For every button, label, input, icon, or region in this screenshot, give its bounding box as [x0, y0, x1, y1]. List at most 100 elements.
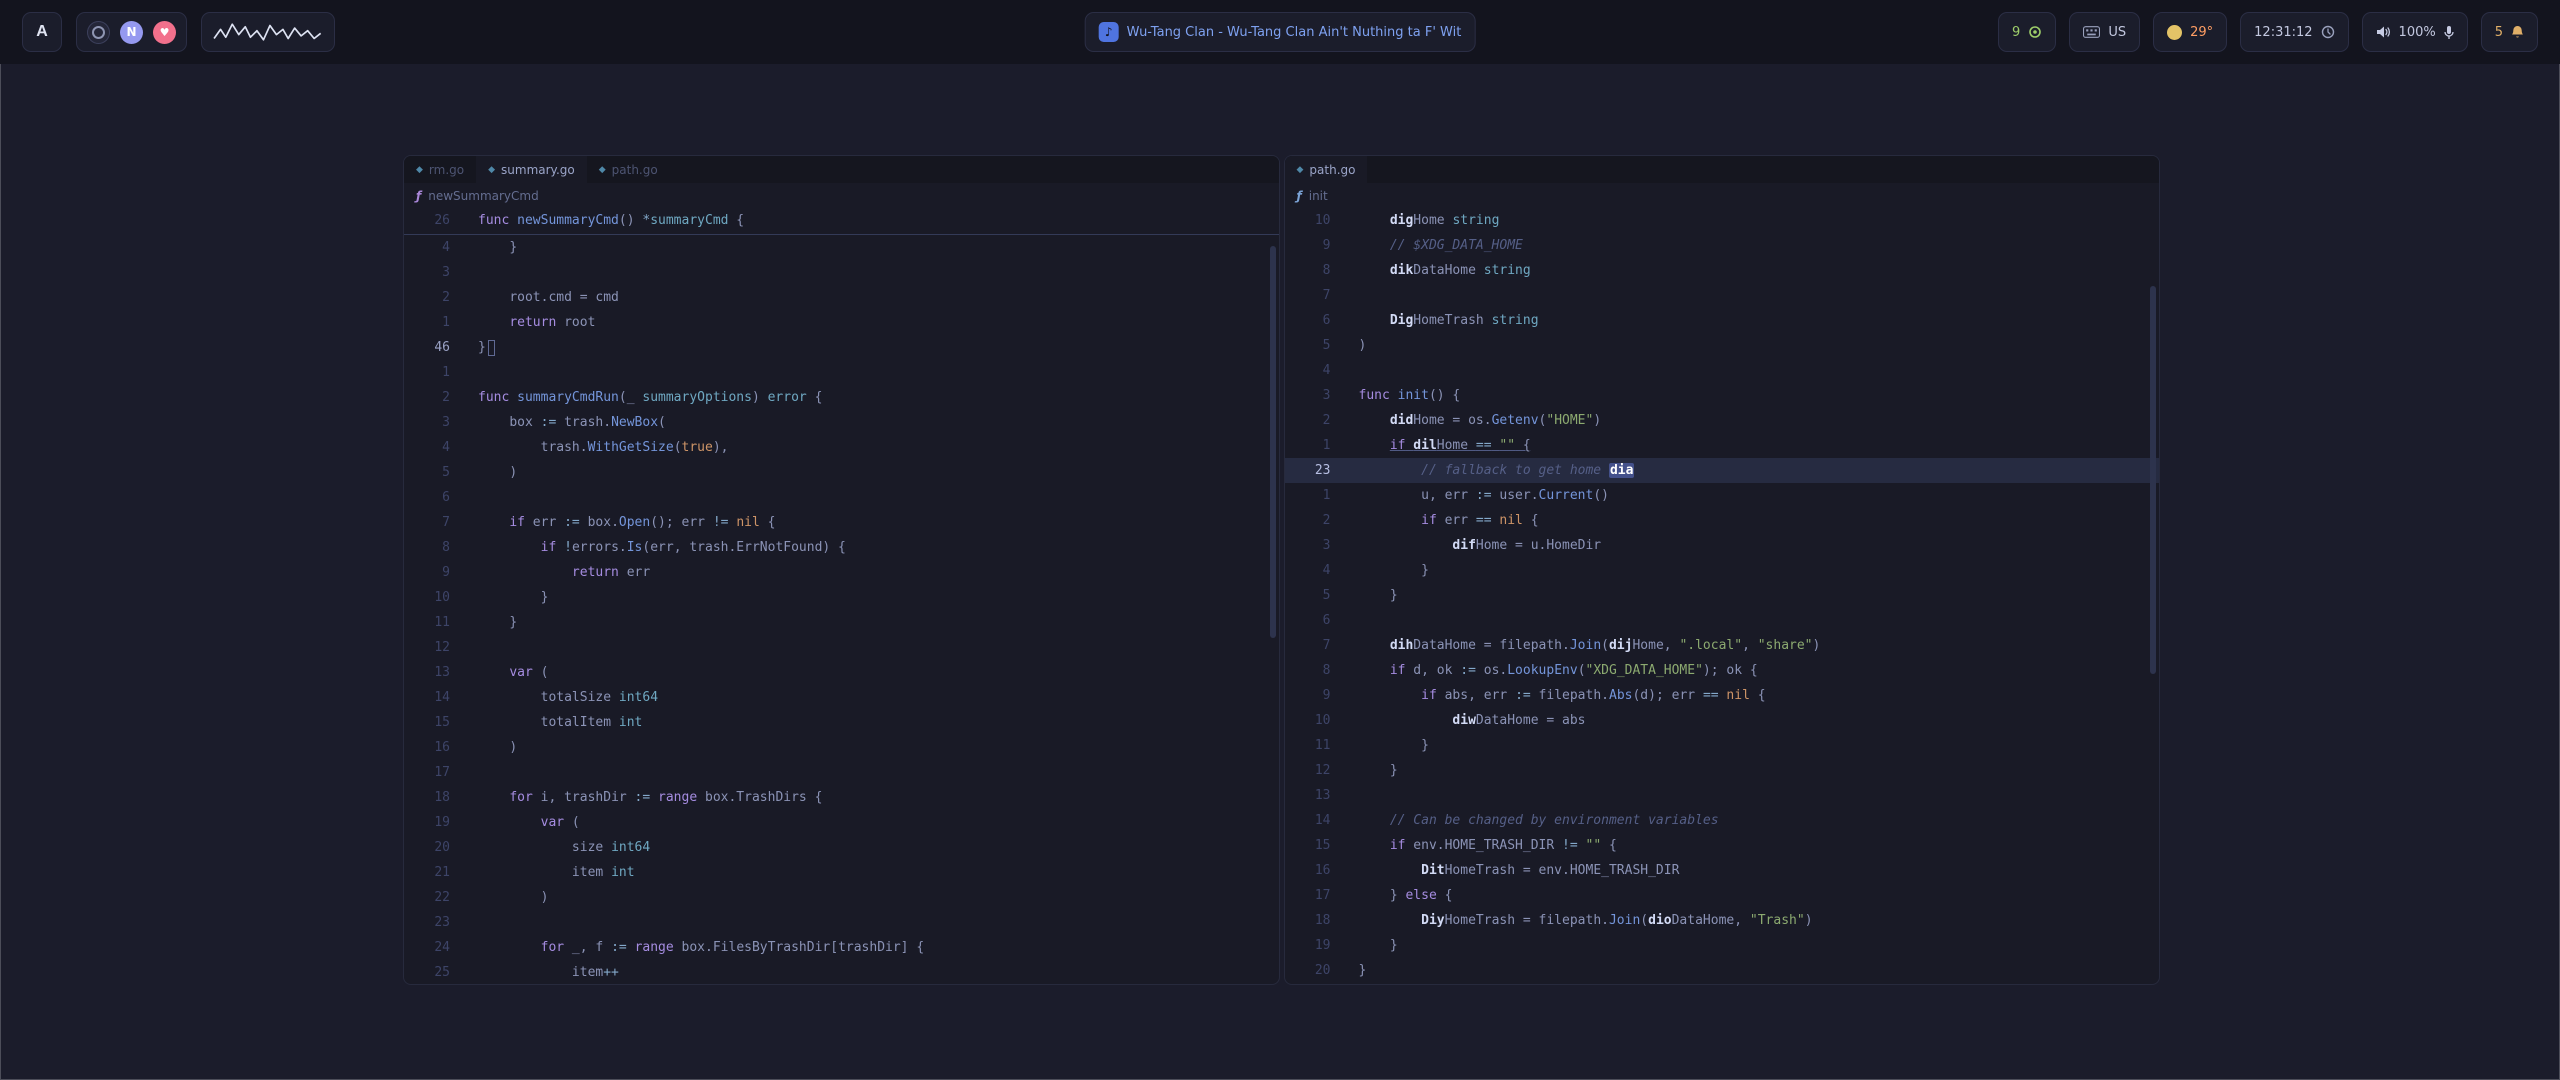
tab-rm.go[interactable]: ◆rm.go [404, 156, 476, 183]
workspace-1[interactable] [87, 21, 110, 44]
code-line[interactable]: 46} [404, 335, 1279, 360]
code-line[interactable]: 15 totalItem int [404, 710, 1279, 735]
code-line[interactable]: 9 // $XDG_DATA_HOME [1285, 233, 2160, 258]
code-line[interactable]: 8 if d, ok := os.LookupEnv("XDG_DATA_HOM… [1285, 658, 2160, 683]
code-line[interactable]: 17 [404, 760, 1279, 785]
code-line[interactable]: 24 for _, f := range box.FilesByTrashDir… [404, 935, 1279, 960]
code-line[interactable]: 3 [404, 260, 1279, 285]
tab-path.go[interactable]: ◆path.go [587, 156, 670, 183]
workspace-2[interactable]: N [120, 21, 143, 44]
code-line[interactable]: 8 if !errors.Is(err, trash.ErrNotFound) … [404, 535, 1279, 560]
code-line[interactable]: 2func summaryCmdRun(_ summaryOptions) er… [404, 385, 1279, 410]
code-line[interactable]: 7 [1285, 283, 2160, 308]
now-playing-widget[interactable]: ♪ Wu-Tang Clan - Wu-Tang Clan Ain't Nuth… [1085, 12, 1476, 52]
code-area[interactable]: 10 digHome string9 // $XDG_DATA_HOME8 di… [1285, 208, 2160, 984]
code-line[interactable]: 16 ) [404, 735, 1279, 760]
breadcrumb-label: newSummaryCmd [428, 189, 538, 203]
code-line[interactable]: 2 didHome = os.Getenv("HOME") [1285, 408, 2160, 433]
code-line[interactable]: 7 if err := box.Open(); err != nil { [404, 510, 1279, 535]
code-line[interactable]: 11 } [404, 610, 1279, 635]
code-line[interactable]: 18 DiyHomeTrash = filepath.Join(dioDataH… [1285, 908, 2160, 933]
code-line[interactable]: 7 dihDataHome = filepath.Join(dijHome, "… [1285, 633, 2160, 658]
code-line[interactable]: 19 var ( [404, 810, 1279, 835]
code-line[interactable]: 3func init() { [1285, 383, 2160, 408]
weather-widget[interactable]: 29° [2153, 12, 2227, 52]
code-line[interactable]: 5 } [1285, 583, 2160, 608]
tab-path.go[interactable]: ◆path.go [1285, 156, 1368, 183]
scrollbar[interactable] [2150, 286, 2156, 674]
code-line[interactable]: 2 root.cmd = cmd [404, 285, 1279, 310]
volume-widget[interactable]: 100% [2362, 12, 2468, 52]
code-area[interactable]: 4 }32 root.cmd = cmd1 return root46} 12f… [404, 235, 1279, 984]
code-text: DiyHomeTrash = filepath.Join(dioDataHome… [1359, 908, 1813, 933]
code-line[interactable]: 18 for i, trashDir := range box.TrashDir… [404, 785, 1279, 810]
code-text: func init() { [1359, 383, 1461, 408]
code-line[interactable]: 2 if err == nil { [1285, 508, 2160, 533]
line-number: 21 [404, 860, 464, 885]
code-line[interactable]: 19 } [1285, 933, 2160, 958]
keyboard-layout-widget[interactable]: US [2069, 12, 2140, 52]
code-line[interactable]: 3 box := trash.NewBox( [404, 410, 1279, 435]
line-number: 6 [1285, 608, 1345, 633]
code-line[interactable]: 23 // fallback to get home dia [1285, 458, 2160, 483]
code-line[interactable]: 8 dikDataHome string [1285, 258, 2160, 283]
code-line[interactable]: 11 } [1285, 733, 2160, 758]
code-line[interactable]: 5) [1285, 333, 2160, 358]
code-line[interactable]: 12 [404, 635, 1279, 660]
line-number: 10 [404, 585, 464, 610]
code-line[interactable]: 4 } [404, 235, 1279, 260]
line-number: 17 [404, 760, 464, 785]
code-line[interactable]: 21 item int [404, 860, 1279, 885]
code-line[interactable]: 6 [1285, 608, 2160, 633]
code-text: dihDataHome = filepath.Join(dijHome, ".l… [1359, 633, 1821, 658]
notifications-widget[interactable]: 5 [2481, 12, 2538, 52]
bar-right-group: 9 US 29° 12: [1998, 12, 2538, 52]
scrollbar[interactable] [1270, 246, 1276, 638]
graph-sparkline [212, 19, 324, 45]
weather-icon [2167, 25, 2182, 40]
code-line[interactable]: 10 diwDataHome = abs [1285, 708, 2160, 733]
breadcrumb: ƒ init [1285, 183, 2160, 208]
code-line[interactable]: 1 [404, 360, 1279, 385]
code-line[interactable]: 9 if abs, err := filepath.Abs(d); err ==… [1285, 683, 2160, 708]
line-number: 2 [1285, 508, 1345, 533]
code-line[interactable]: 14 // Can be changed by environment vari… [1285, 808, 2160, 833]
clock-widget[interactable]: 12:31:12 [2240, 12, 2348, 52]
code-line[interactable]: 15 if env.HOME_TRASH_DIR != "" { [1285, 833, 2160, 858]
tab-summary.go[interactable]: ◆summary.go [476, 156, 587, 183]
code-line[interactable]: 6 [404, 485, 1279, 510]
line-number: 18 [404, 785, 464, 810]
code-line[interactable]: 20 size int64 [404, 835, 1279, 860]
activity-graph-widget[interactable] [201, 12, 335, 52]
line-number: 14 [404, 685, 464, 710]
context-line[interactable]: 26func newSummaryCmd() *summaryCmd { [404, 208, 1279, 235]
editor-window-left: ◆rm.go◆summary.go◆path.go ƒ newSummaryCm… [403, 155, 1280, 985]
code-line[interactable]: 9 return err [404, 560, 1279, 585]
code-line[interactable]: 4 [1285, 358, 2160, 383]
code-line[interactable]: 22 ) [404, 885, 1279, 910]
line-number: 9 [1285, 233, 1345, 258]
code-line[interactable]: 1 if dilHome == "" { [1285, 433, 2160, 458]
line-number: 10 [1285, 208, 1345, 233]
code-line[interactable]: 10 } [404, 585, 1279, 610]
code-line[interactable]: 5 ) [404, 460, 1279, 485]
code-line[interactable]: 13 var ( [404, 660, 1279, 685]
code-line[interactable]: 14 totalSize int64 [404, 685, 1279, 710]
code-line[interactable]: 12 } [1285, 758, 2160, 783]
code-line[interactable]: 17 } else { [1285, 883, 2160, 908]
code-line[interactable]: 4 trash.WithGetSize(true), [404, 435, 1279, 460]
code-line[interactable]: 3 difHome = u.HomeDir [1285, 533, 2160, 558]
code-line[interactable]: 20} [1285, 958, 2160, 983]
code-line[interactable]: 16 DitHomeTrash = env.HOME_TRASH_DIR [1285, 858, 2160, 883]
code-line[interactable]: 10 digHome string [1285, 208, 2160, 233]
code-line[interactable]: 13 [1285, 783, 2160, 808]
workspace-3[interactable]: ♥ [153, 21, 176, 44]
code-line[interactable]: 4 } [1285, 558, 2160, 583]
status-counter-widget[interactable]: 9 [1998, 12, 2056, 52]
code-line[interactable]: 23 [404, 910, 1279, 935]
code-line[interactable]: 1 return root [404, 310, 1279, 335]
launcher-button[interactable]: A [22, 12, 62, 52]
code-line[interactable]: 25 item++ [404, 960, 1279, 984]
code-line[interactable]: 6 DigHomeTrash string [1285, 308, 2160, 333]
code-line[interactable]: 1 u, err := user.Current() [1285, 483, 2160, 508]
